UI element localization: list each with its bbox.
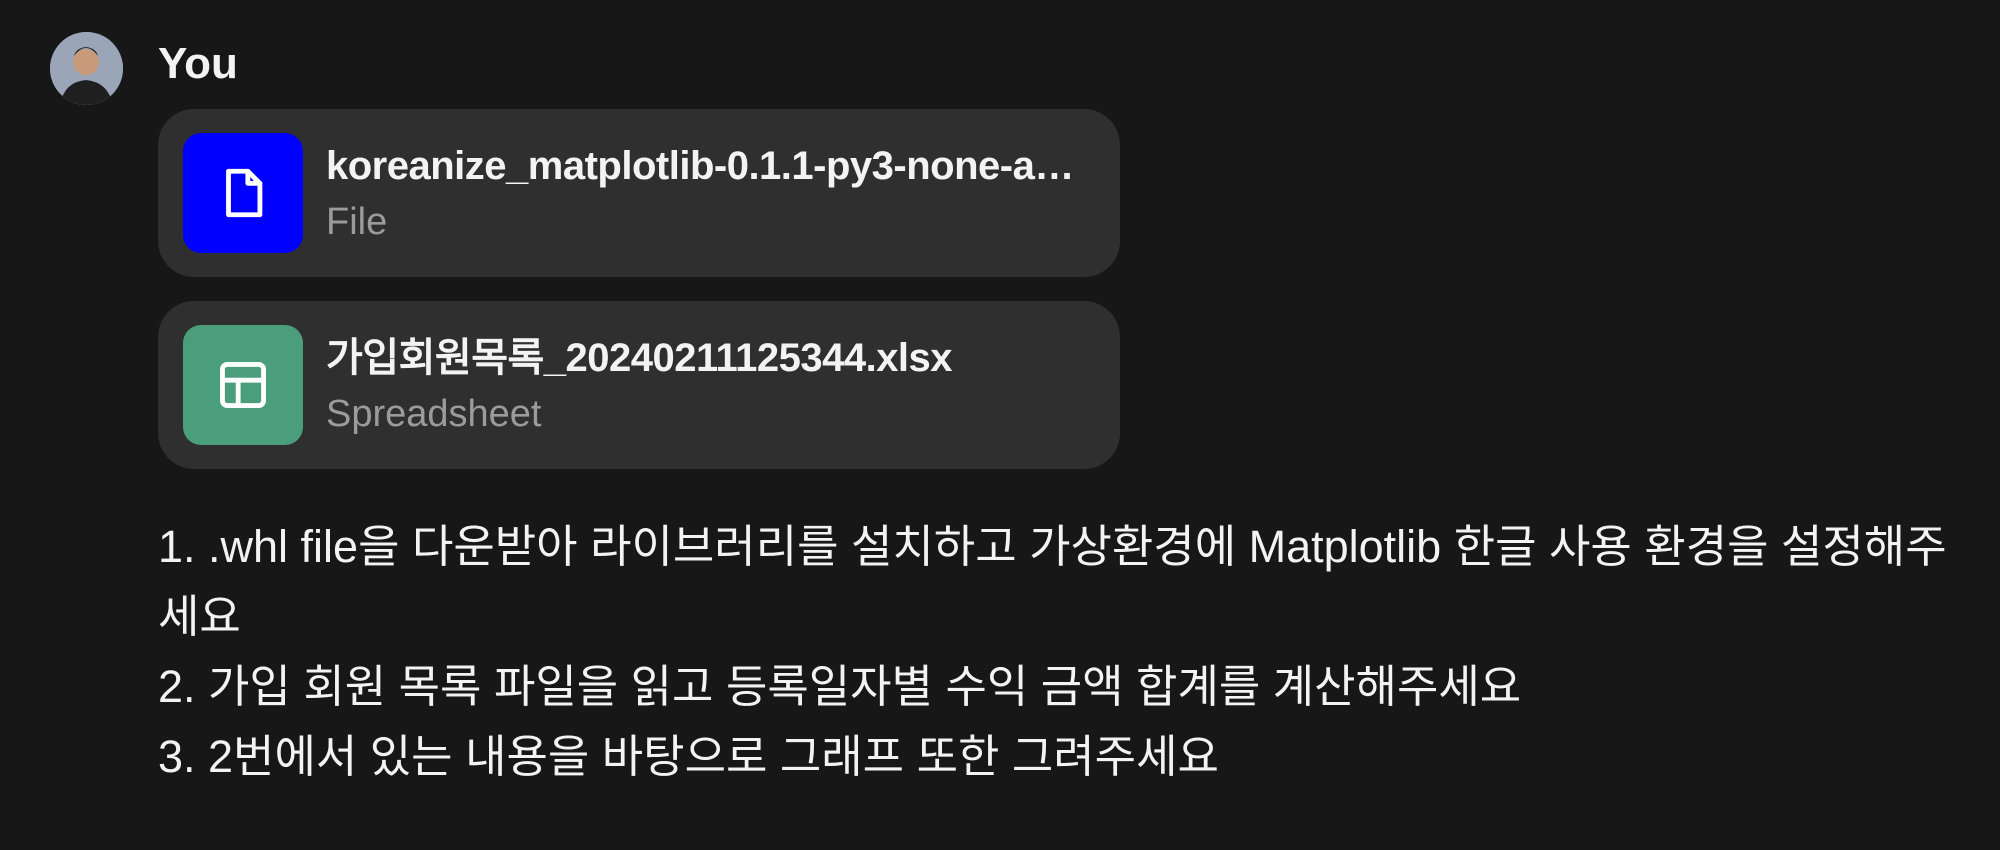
- user-avatar[interactable]: [50, 32, 123, 105]
- message-line: 2. 가입 회원 목록 파일을 읽고 등록일자별 수익 금액 합계를 계산해주세…: [158, 661, 1522, 712]
- attachments-list: koreanize_matplotlib-0.1.1-py3-none-an..…: [158, 109, 1120, 493]
- attachment-spreadsheet-card[interactable]: 가입회원목록_20240211125344.xlsx Spreadsheet: [158, 301, 1120, 469]
- avatar-photo-icon: [50, 32, 123, 105]
- attachment-spreadsheet-type: Spreadsheet: [326, 393, 542, 435]
- message-line: 1. .whl file을 다운받아 라이브러리를 설치하고 가상환경에 Mat…: [158, 521, 1947, 642]
- attachment-file-name: koreanize_matplotlib-0.1.1-py3-none-an..…: [326, 144, 1086, 188]
- message-body: 1. .whl file을 다운받아 라이브러리를 설치하고 가상환경에 Mat…: [158, 512, 1958, 792]
- file-thumbnail: [183, 133, 303, 253]
- message-line: 3. 2번에서 있는 내용을 바탕으로 그래프 또한 그려주세요: [158, 731, 1219, 782]
- document-icon: [226, 168, 263, 218]
- attachment-file-card[interactable]: koreanize_matplotlib-0.1.1-py3-none-an..…: [158, 109, 1120, 277]
- message-author: You: [158, 39, 238, 88]
- spreadsheet-icon: [220, 362, 266, 408]
- attachment-file-type: File: [326, 201, 388, 243]
- spreadsheet-thumbnail: [183, 325, 303, 445]
- attachment-spreadsheet-name: 가입회원목록_20240211125344.xlsx: [326, 336, 953, 380]
